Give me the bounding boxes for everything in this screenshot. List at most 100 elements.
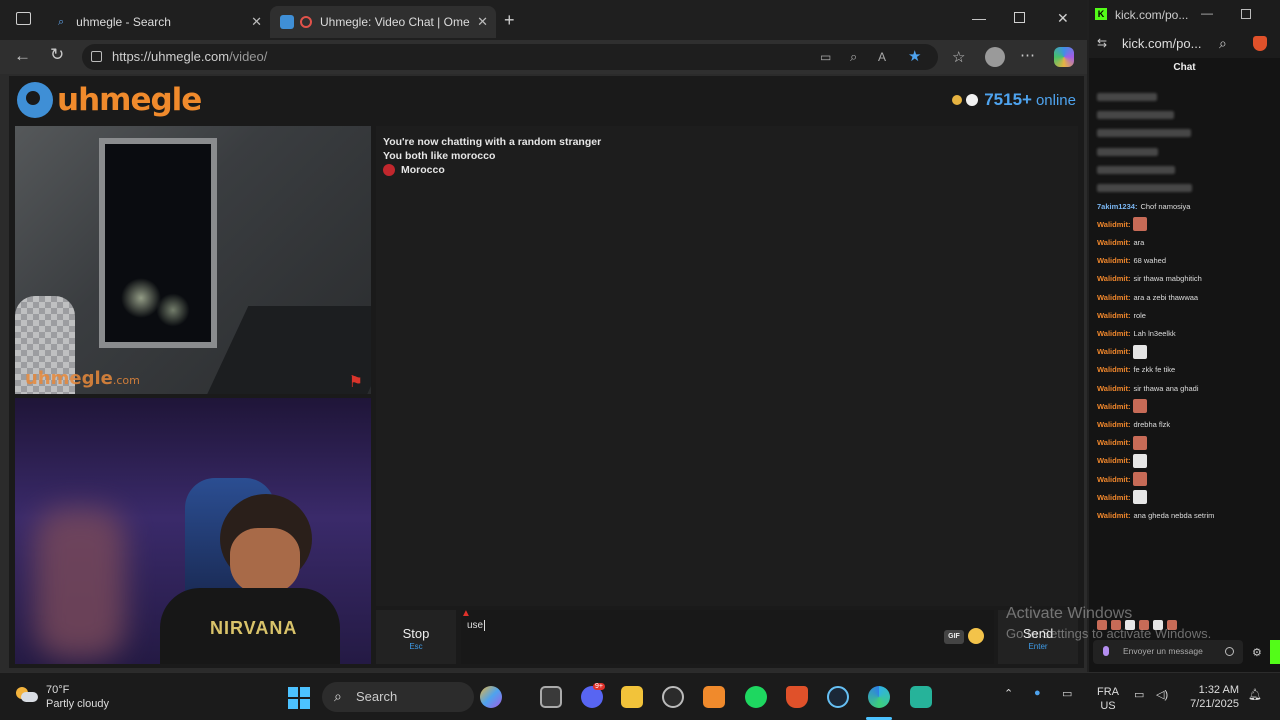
widgets-app-icon[interactable] xyxy=(480,686,502,708)
copilot-icon[interactable] xyxy=(1054,47,1074,67)
profile-avatar[interactable] xyxy=(985,47,1005,67)
emoji-icon[interactable] xyxy=(1225,647,1234,656)
network-icon[interactable]: ▭ xyxy=(1134,688,1144,701)
video-person-face xyxy=(230,528,300,594)
site-info-icon[interactable] xyxy=(91,51,102,62)
volume-icon[interactable]: ◁) xyxy=(1156,688,1168,701)
close-icon[interactable]: ✕ xyxy=(251,14,262,30)
task-view-icon[interactable] xyxy=(540,686,562,708)
kick-send-button[interactable] xyxy=(1270,640,1280,664)
keyboard-icon[interactable]: ▭ xyxy=(1062,687,1072,700)
browser-window: ⌕ uhmegle - Search ✕ Uhmegle: Video Chat… xyxy=(0,0,1087,672)
chat-username[interactable]: Walidmit: xyxy=(1097,402,1130,411)
search-icon: ⌕ xyxy=(334,688,342,704)
taskbar-search[interactable]: ⌕ Search xyxy=(322,682,474,712)
chat-message: Walidmit: xyxy=(1097,488,1277,506)
maximize-icon[interactable] xyxy=(1014,12,1025,23)
site-logo[interactable]: uhmegle xyxy=(17,80,202,120)
emoji-icon[interactable] xyxy=(968,628,984,644)
refresh-icon[interactable]: ↻ xyxy=(50,45,64,65)
close-window-icon[interactable]: ✕ xyxy=(1057,10,1069,27)
microphone-icon[interactable] xyxy=(1103,646,1109,656)
app-icon[interactable] xyxy=(910,686,932,708)
chat-text: ara xyxy=(1133,238,1145,248)
tab-search[interactable]: ⌕ uhmegle - Search ✕ xyxy=(48,6,270,38)
chat-username[interactable]: Walidmit: xyxy=(1097,438,1130,447)
chat-message: Walidmit: role xyxy=(1097,306,1277,324)
chat-username[interactable]: Walidmit: xyxy=(1097,420,1130,429)
gear-icon[interactable]: ⚙ xyxy=(1252,646,1262,659)
maximize-icon[interactable] xyxy=(1241,9,1251,19)
redacted-message xyxy=(1097,184,1192,193)
app-icon[interactable] xyxy=(703,686,725,708)
kick-url: kick.com/po... xyxy=(1122,36,1202,51)
kick-address-bar[interactable]: ⇆ kick.com/po... ⌕ xyxy=(1089,30,1280,58)
back-icon[interactable]: ← xyxy=(14,46,31,66)
country-line: Morocco xyxy=(383,164,445,176)
search-icon[interactable]: ⌕ xyxy=(1219,35,1227,52)
chat-username[interactable]: Walidmit: xyxy=(1097,511,1130,520)
chat-message: Walidmit: sir thawa mabghitich xyxy=(1097,270,1277,288)
chat-username[interactable]: Walidmit: xyxy=(1097,256,1130,265)
chat-message xyxy=(1097,124,1277,142)
chat-text: Chof namosiya xyxy=(1140,201,1191,211)
report-flag-icon[interactable]: ⚑ xyxy=(349,372,363,392)
emote-icon xyxy=(1133,490,1148,505)
weather-temp: 70°F xyxy=(46,684,70,696)
minimize-icon[interactable]: — xyxy=(972,10,986,26)
chat-username[interactable]: Walidmit: xyxy=(1097,365,1130,374)
tab-actions-icon[interactable] xyxy=(16,12,31,25)
read-aloud-icon[interactable]: A xyxy=(878,44,886,70)
notification-bell-icon[interactable]: 🔔︎ xyxy=(1248,688,1262,701)
chat-username[interactable]: Walidmit: xyxy=(1097,347,1130,356)
more-icon[interactable]: ⋯ xyxy=(1020,46,1035,64)
gif-button[interactable]: GIF xyxy=(944,630,964,644)
chat-message: Walidmit: 68 wahed xyxy=(1097,252,1277,270)
tab-uhmegle[interactable]: Uhmegle: Video Chat | Ome ✕ xyxy=(270,6,496,38)
chat-username[interactable]: 7akim1234: xyxy=(1097,202,1137,211)
language-indicator[interactable]: FRA US xyxy=(1097,685,1119,713)
stop-button[interactable]: Stop Esc xyxy=(376,610,456,664)
zoom-icon[interactable]: ⌕ xyxy=(850,44,857,70)
chat-username[interactable]: Walidmit: xyxy=(1097,274,1130,283)
chat-username[interactable]: Walidmit: xyxy=(1097,475,1130,484)
site-settings-icon[interactable]: ⇆ xyxy=(1097,36,1107,50)
chat-username[interactable]: Walidmit: xyxy=(1097,329,1130,338)
chat-username[interactable]: Walidmit: xyxy=(1097,311,1130,320)
favorites-icon[interactable]: ☆ xyxy=(952,48,965,66)
theme-toggle-icon[interactable] xyxy=(966,94,979,106)
camera-icon[interactable]: ▭ xyxy=(820,44,831,70)
tab-bar: ⌕ uhmegle - Search ✕ Uhmegle: Video Chat… xyxy=(0,0,1087,40)
message-input[interactable]: use ▲ xyxy=(461,608,994,664)
message-input-value: use xyxy=(467,620,484,631)
new-tab-icon[interactable]: + xyxy=(504,10,515,31)
weather-widget[interactable]: 70°F Partly cloudy xyxy=(16,683,109,711)
spotify-icon[interactable] xyxy=(745,686,767,708)
brave-icon[interactable] xyxy=(786,686,808,708)
close-icon[interactable]: ✕ xyxy=(477,14,488,30)
chat-username[interactable]: Walidmit: xyxy=(1097,493,1130,502)
theme-dot-icon[interactable] xyxy=(952,95,963,105)
minimize-icon[interactable]: — xyxy=(1201,6,1213,20)
file-explorer-icon[interactable] xyxy=(621,686,643,708)
chat-username[interactable]: Walidmit: xyxy=(1097,220,1130,229)
chat-username[interactable]: Walidmit: xyxy=(1097,238,1130,247)
country-name: Morocco xyxy=(401,164,445,176)
chevron-up-icon[interactable]: ⌃ xyxy=(1004,687,1013,700)
steam-icon[interactable] xyxy=(827,686,849,708)
chat-username[interactable]: Walidmit: xyxy=(1097,384,1130,393)
favorite-star-icon[interactable]: ★ xyxy=(908,44,921,70)
clock[interactable]: 1:32 AM 7/21/2025 xyxy=(1183,683,1239,711)
kick-input-placeholder: Envoyer un message xyxy=(1123,646,1203,656)
chat-username[interactable]: Walidmit: xyxy=(1097,293,1130,302)
chat-message: Walidmit: xyxy=(1097,452,1277,470)
shirt-print: NIRVANA xyxy=(210,618,298,638)
edge-icon[interactable] xyxy=(868,686,890,708)
activate-windows-watermark: Activate Windows Go to Settings to activ… xyxy=(1006,604,1211,644)
brave-shield-icon[interactable] xyxy=(1253,36,1267,51)
url-field[interactable]: https://uhmegle.com/video/ ▭ ⌕ A ★ xyxy=(82,44,938,70)
start-button[interactable] xyxy=(288,687,310,709)
microphone-icon[interactable]: ● xyxy=(1034,687,1041,699)
app-icon[interactable] xyxy=(662,686,684,708)
chat-username[interactable]: Walidmit: xyxy=(1097,456,1130,465)
